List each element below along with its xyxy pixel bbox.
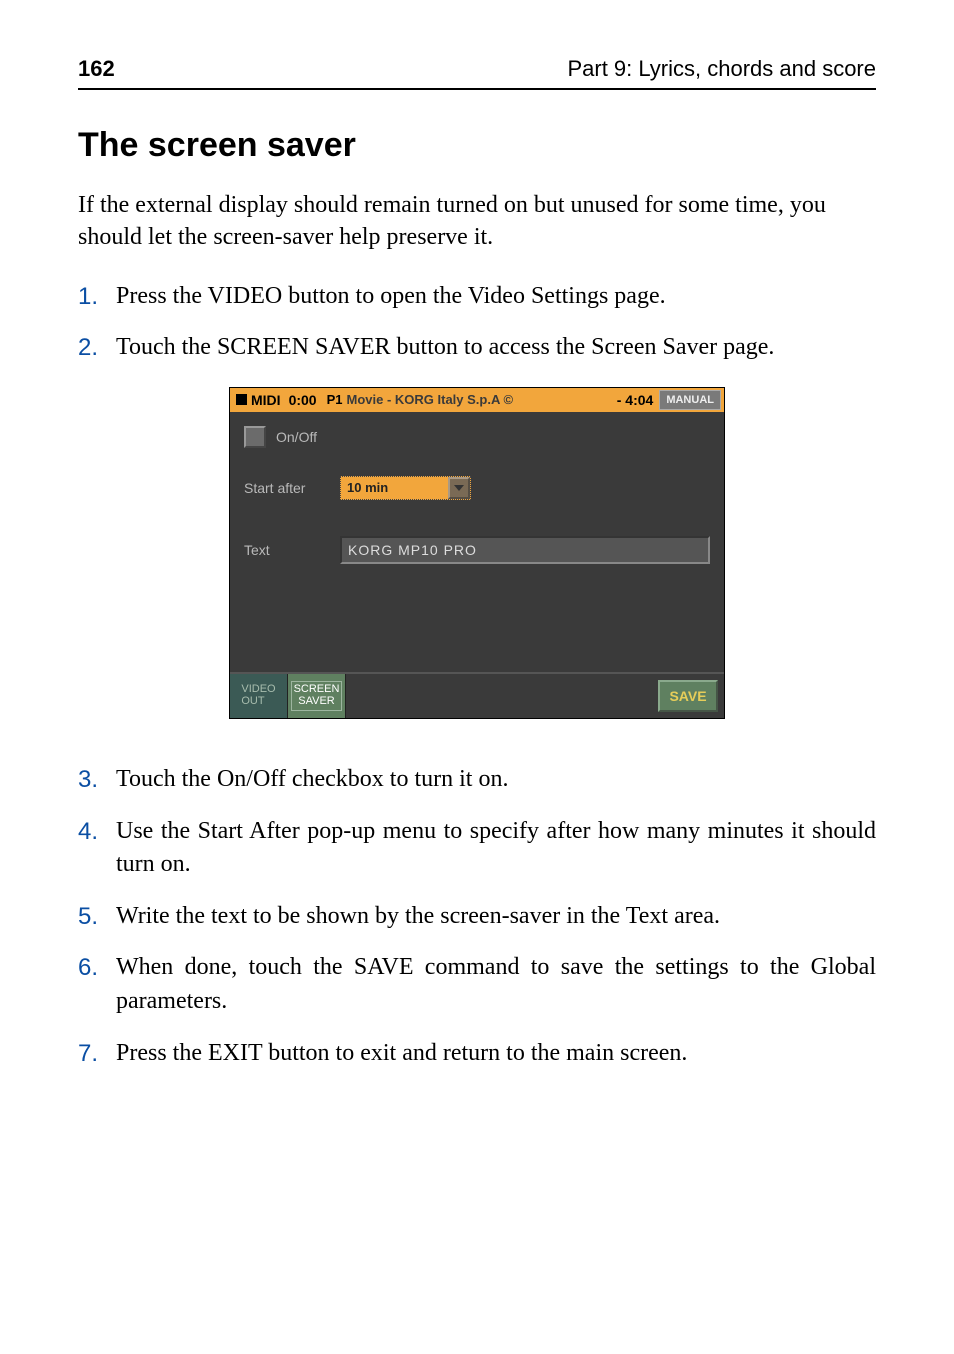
step-text: Touch the SCREEN SAVER button to access … <box>116 331 876 365</box>
time-left: 0:00 <box>285 392 317 408</box>
section-title: The screen saver <box>78 126 876 165</box>
page-number: 162 <box>78 56 115 82</box>
screenshot-titlebar: MIDI 0:00 P1 Movie - KORG Italy S.p.A © … <box>230 388 724 412</box>
part-title: Part 9: Lyrics, chords and score <box>567 56 876 82</box>
list-item: 5.Write the text to be shown by the scre… <box>78 900 876 934</box>
stop-icon <box>236 394 247 405</box>
start-after-select[interactable]: 10 min <box>340 476 471 500</box>
steps-list-a: 1.Press the VIDEO button to open the Vid… <box>78 280 876 365</box>
start-after-label: Start after <box>244 480 340 496</box>
step-number: 1. <box>78 280 116 314</box>
bottom-spacer <box>346 674 658 718</box>
step-number: 7. <box>78 1037 116 1071</box>
time-right: - 4:04 <box>613 388 658 412</box>
step-text: Write the text to be shown by the screen… <box>116 900 876 934</box>
step-number: 4. <box>78 815 116 882</box>
list-item: 4.Use the Start After pop-up menu to spe… <box>78 815 876 882</box>
step-number: 6. <box>78 951 116 1018</box>
list-item: 7.Press the EXIT button to exit and retu… <box>78 1037 876 1071</box>
step-text: When done, touch the SAVE command to sav… <box>116 951 876 1018</box>
chevron-down-icon[interactable] <box>448 477 470 499</box>
step-number: 3. <box>78 763 116 797</box>
list-item: 3.Touch the On/Off checkbox to turn it o… <box>78 763 876 797</box>
manual-button[interactable]: MANUAL <box>659 390 721 410</box>
list-item: 1.Press the VIDEO button to open the Vid… <box>78 280 876 314</box>
page-header: 162 Part 9: Lyrics, chords and score <box>78 56 876 90</box>
step-text: Press the EXIT button to exit and return… <box>116 1037 876 1071</box>
save-button[interactable]: SAVE <box>658 680 718 712</box>
intro-paragraph: If the external display should remain tu… <box>78 189 876 254</box>
embedded-screenshot: MIDI 0:00 P1 Movie - KORG Italy S.p.A © … <box>78 387 876 719</box>
text-field-label: Text <box>244 542 340 558</box>
midi-label: MIDI <box>251 392 281 408</box>
list-item: 6.When done, touch the SAVE command to s… <box>78 951 876 1018</box>
tab-video-out[interactable]: VIDEO OUT <box>230 674 288 718</box>
track-title: P1 Movie - KORG Italy S.p.A © <box>321 388 613 412</box>
onoff-checkbox[interactable] <box>244 426 266 448</box>
step-number: 2. <box>78 331 116 365</box>
onoff-label: On/Off <box>276 429 317 445</box>
start-after-value: 10 min <box>341 480 448 495</box>
screensaver-text-input[interactable]: KORG MP10 PRO <box>340 536 710 564</box>
list-item: 2.Touch the SCREEN SAVER button to acces… <box>78 331 876 365</box>
step-text: Press the VIDEO button to open the Video… <box>116 280 876 314</box>
tab-screen-saver[interactable]: SCREEN SAVER <box>288 674 346 718</box>
step-number: 5. <box>78 900 116 934</box>
step-text: Touch the On/Off checkbox to turn it on. <box>116 763 876 797</box>
step-text: Use the Start After pop-up menu to speci… <box>116 815 876 882</box>
steps-list-b: 3.Touch the On/Off checkbox to turn it o… <box>78 763 876 1070</box>
